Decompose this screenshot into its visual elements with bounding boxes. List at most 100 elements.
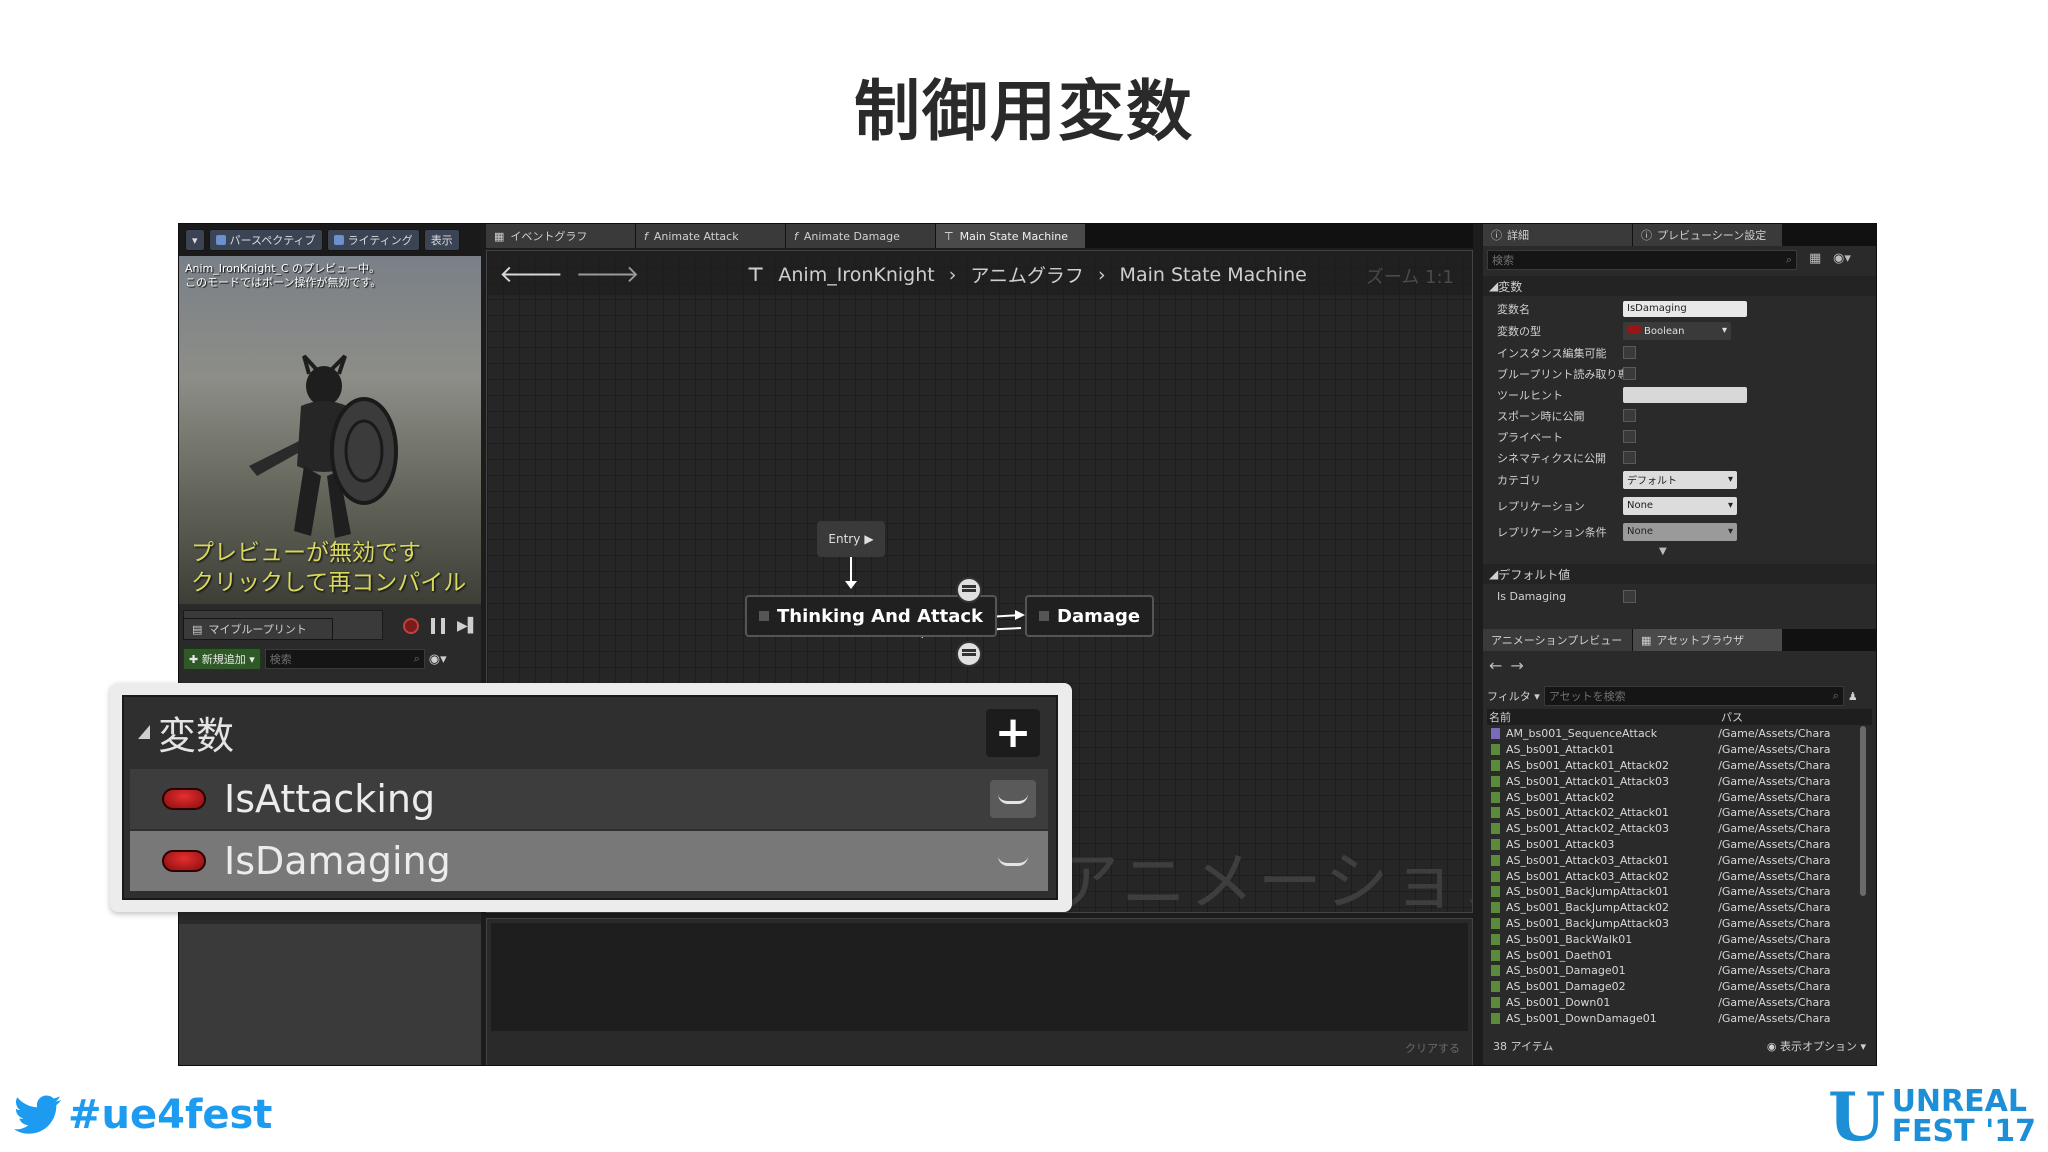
section-label: デフォルト値 <box>1498 567 1571 582</box>
back-arrow-icon[interactable]: ← <box>1489 656 1510 675</box>
tab-event-graph[interactable]: ▦ イベントグラフ <box>486 224 636 248</box>
collapse-triangle-icon[interactable] <box>138 725 150 739</box>
checkbox[interactable] <box>1623 451 1636 464</box>
checkbox[interactable] <box>1623 346 1636 359</box>
asset-list-scrollbar[interactable] <box>1860 726 1866 896</box>
variable-name-input[interactable]: IsDamaging <box>1623 300 1747 317</box>
perspective-button[interactable]: パースペクティブ <box>208 229 323 251</box>
preview-disabled-warning[interactable]: プレビューが無効です クリックして再コンパイル <box>191 538 466 598</box>
grid-view-icon[interactable]: ▦ <box>1809 251 1821 266</box>
viewport-info-line: このモードではボーン操作が無効です。 <box>185 276 382 289</box>
checkbox[interactable] <box>1623 590 1636 603</box>
search-placeholder: 検索 <box>269 653 292 666</box>
chevron-down-icon: ▾ <box>1727 500 1733 511</box>
asset-list-item[interactable]: AS_bs001_Attack01_Attack03/Game/Assets/C… <box>1487 773 1857 789</box>
asset-list-item[interactable]: AS_bs001_Attack03_Attack02/Game/Assets/C… <box>1487 868 1857 884</box>
pause-icon[interactable] <box>431 618 445 634</box>
asset-list-item[interactable]: AS_bs001_Down01/Game/Assets/Chara <box>1487 995 1857 1011</box>
user-icon: ♟ <box>1847 689 1858 703</box>
asset-list-item[interactable]: AS_bs001_Attack02_Attack01/Game/Assets/C… <box>1487 805 1857 821</box>
viewport-menu-button[interactable]: ▾ <box>185 229 205 251</box>
entry-node[interactable]: Entry ▶ <box>817 521 885 557</box>
tab-details[interactable]: ⓘ 詳細 <box>1483 224 1633 246</box>
my-blueprint-search-input[interactable]: 検索 ⌕ <box>264 649 425 669</box>
variable-type-select[interactable]: Boolean ▾ <box>1623 321 1731 340</box>
unreal-editor-window: ▾ パースペクティブ ライティング 表示 Anim_IronKnight_C の… <box>178 223 1877 1066</box>
replication-select[interactable]: None ▾ <box>1623 496 1737 515</box>
prop-label: 変数の型 <box>1497 324 1541 338</box>
add-variable-button[interactable]: + <box>986 709 1040 757</box>
anim-sequence-icon <box>1491 744 1500 756</box>
state-node-damage[interactable]: Damage <box>1025 595 1155 637</box>
tab-label: Main State Machine <box>959 229 1069 243</box>
prop-label: カテゴリ <box>1497 473 1541 487</box>
asset-list-item[interactable]: AS_bs001_BackJumpAttack02/Game/Assets/Ch… <box>1487 900 1857 916</box>
preview-viewport[interactable]: Anim_IronKnight_C のプレビュー中。 このモードではボーン操作が… <box>179 256 481 604</box>
transition-rule-icon[interactable] <box>956 577 982 603</box>
tab-animate-damage[interactable]: f Animate Damage <box>786 224 936 248</box>
asset-list-item[interactable]: AS_bs001_Attack03/Game/Assets/Chara <box>1487 837 1857 853</box>
asset-name: AS_bs001_Attack03 <box>1506 837 1615 851</box>
twitter-bird-icon <box>14 1095 62 1134</box>
section-default-value[interactable]: ◢ デフォルト値 <box>1483 564 1876 584</box>
asset-list-item[interactable]: AS_bs001_Attack03_Attack01/Game/Assets/C… <box>1487 852 1857 868</box>
asset-list-item[interactable]: AS_bs001_Attack02/Game/Assets/Chara <box>1487 789 1857 805</box>
forward-arrow-icon[interactable]: → <box>1510 656 1531 675</box>
viewport-info-line: Anim_IronKnight_C のプレビュー中。 <box>185 262 381 275</box>
left-panel: ▾ パースペクティブ ライティング 表示 Anim_IronKnight_C の… <box>179 224 481 1065</box>
prop-replication-condition: レプリケーション条件 None ▾ <box>1483 521 1876 542</box>
asset-path: /Game/Assets/Chara <box>1718 853 1831 867</box>
tab-main-state-machine[interactable]: ⊤ Main State Machine <box>936 224 1086 248</box>
asset-list-item[interactable]: AS_bs001_Attack01_Attack02/Game/Assets/C… <box>1487 758 1857 774</box>
asset-list-item[interactable]: AS_bs001_Attack02_Attack03/Game/Assets/C… <box>1487 821 1857 837</box>
filter-button[interactable]: フィルタ ▾ <box>1487 688 1540 704</box>
asset-list-item[interactable]: AS_bs001_Damage01/Game/Assets/Chara <box>1487 963 1857 979</box>
checkbox[interactable] <box>1623 409 1636 422</box>
tab-asset-browser[interactable]: ▦ アセットブラウザ <box>1633 629 1783 651</box>
item-count: 38 アイテム <box>1493 1040 1554 1053</box>
column-name-header[interactable]: 名前 <box>1487 709 1721 725</box>
eye-closed-icon[interactable] <box>990 842 1036 880</box>
category-select[interactable]: デフォルト ▾ <box>1623 470 1737 489</box>
step-forward-icon[interactable]: ▶▌ <box>457 618 479 634</box>
asset-search-input[interactable]: アセットを検索 ⌕ <box>1543 686 1844 706</box>
eye-closed-icon[interactable] <box>990 780 1036 818</box>
details-search-input[interactable]: 検索 ⌕ <box>1487 250 1797 270</box>
eye-icon[interactable]: ◉▾ <box>429 652 447 667</box>
state-node-thinking-and-attack[interactable]: Thinking And Attack <box>745 595 998 637</box>
asset-list-item[interactable]: AS_bs001_BackWalk01/Game/Assets/Chara <box>1487 931 1857 947</box>
asset-list-item[interactable]: AS_bs001_Daeth01/Game/Assets/Chara <box>1487 947 1857 963</box>
asset-list-item[interactable]: AS_bs001_Attack01/Game/Assets/Chara <box>1487 742 1857 758</box>
tab-animation-preview[interactable]: アニメーションプレビュー <box>1483 629 1633 651</box>
asset-list-item[interactable]: AS_bs001_BackJumpAttack01/Game/Assets/Ch… <box>1487 884 1857 900</box>
my-blueprint-tab[interactable]: ▤ マイブループリント <box>183 618 333 640</box>
asset-list-item[interactable]: AS_bs001_DownDamage01/Game/Assets/Chara <box>1487 1010 1857 1026</box>
show-button[interactable]: 表示 <box>423 229 460 251</box>
record-icon[interactable] <box>403 618 419 634</box>
prop-blueprint-readonly: ブループリント読み取り専用 <box>1483 363 1876 384</box>
state-icon <box>1039 611 1049 621</box>
tab-preview-scene[interactable]: ⓘ プレビューシーン設定 <box>1633 224 1783 246</box>
checkbox[interactable] <box>1623 367 1636 380</box>
checkbox[interactable] <box>1623 430 1636 443</box>
eye-icon[interactable]: ◉▾ <box>1833 251 1851 266</box>
variable-row-isattacking[interactable]: IsAttacking <box>130 769 1048 829</box>
clear-button[interactable]: クリアする <box>1405 1040 1460 1056</box>
add-new-button[interactable]: ✚ 新規追加 ▾ <box>183 648 261 670</box>
asset-list-item[interactable]: AS_bs001_Damage02/Game/Assets/Chara <box>1487 979 1857 995</box>
bool-pill-icon <box>162 850 206 872</box>
my-blueprint-list-area <box>179 924 481 1065</box>
variable-row-isdamaging[interactable]: IsDamaging <box>130 831 1048 891</box>
expand-advanced-icon[interactable]: ▼ <box>1659 546 1667 557</box>
lighting-button[interactable]: ライティング <box>326 229 420 251</box>
variables-section-header[interactable]: 変数 <box>124 697 1056 767</box>
tab-animate-attack[interactable]: f Animate Attack <box>636 224 786 248</box>
section-variable[interactable]: ◢ 変数 <box>1483 276 1876 296</box>
column-path-header[interactable]: パス <box>1721 709 1743 725</box>
view-options-button[interactable]: ◉ 表示オプション ▾ <box>1767 1038 1866 1054</box>
transition-rule-icon[interactable] <box>956 641 982 667</box>
tooltip-input[interactable] <box>1623 386 1747 403</box>
asset-list-item[interactable]: AS_bs001_BackJumpAttack03/Game/Assets/Ch… <box>1487 916 1857 932</box>
prop-label: 変数名 <box>1497 302 1530 316</box>
asset-list-item[interactable]: AM_bs001_SequenceAttack/Game/Assets/Char… <box>1487 726 1857 742</box>
